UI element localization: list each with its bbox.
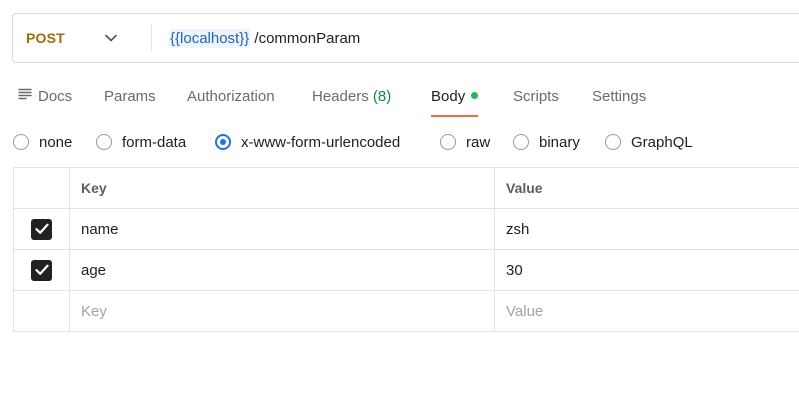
row-value-cell[interactable]: 30 [495,250,799,290]
body-type-selector: none form-data x-www-form-urlencoded raw… [0,128,799,156]
radio-option-urlencoded[interactable]: x-www-form-urlencoded [215,128,400,156]
radio-form-data-label: form-data [122,133,187,151]
radio-binary[interactable] [513,134,529,150]
url-variable: {{localhost}} [169,28,251,48]
headers-count: (8) [372,88,392,105]
row-checkbox[interactable] [31,218,52,240]
checkmark-icon [34,223,49,234]
tab-params[interactable]: Params [104,76,156,118]
row-check-cell [14,209,70,249]
method-dropdown[interactable]: POST [13,14,151,62]
request-tabs: Docs Params Authorization Headers (8) Bo… [0,76,799,118]
key-column-header: Key [70,168,495,208]
chevron-down-icon [104,31,118,45]
radio-option-graphql[interactable]: GraphQL [605,128,693,156]
radio-graphql[interactable] [605,134,621,150]
radio-raw[interactable] [440,134,456,150]
url-input[interactable]: {{localhost}} /commonParam [169,28,361,48]
tab-scripts-label: Scripts [513,88,559,105]
tab-settings-label: Settings [592,88,647,105]
table-header-row: Key Value [14,168,799,209]
table-row-empty: Key Value [14,291,799,332]
new-key-input[interactable]: Key [70,291,495,331]
tab-docs[interactable]: Docs [18,76,72,118]
table-row: name zsh [14,209,799,250]
tab-headers[interactable]: Headers (8) [312,76,391,118]
request-url-bar: POST {{localhost}} /commonParam [12,13,799,63]
radio-none-label: none [39,133,73,151]
row-value-cell[interactable]: zsh [495,209,799,249]
body-params-table: Key Value name zsh age 30 Key Value [13,167,799,332]
radio-graphql-label: GraphQL [631,133,693,151]
value-column-header: Value [506,180,543,196]
row-check-cell [14,250,70,290]
method-label: POST [26,30,65,46]
radio-none[interactable] [13,134,29,150]
row-key-cell[interactable]: age [70,250,495,290]
tab-authorization[interactable]: Authorization [187,76,275,118]
radio-urlencoded[interactable] [215,134,231,150]
checkmark-icon [34,264,49,275]
tab-settings[interactable]: Settings [592,76,646,118]
radio-binary-label: binary [539,133,580,151]
row-checkbox[interactable] [31,259,52,281]
url-path: /commonParam [254,29,361,47]
row-check-cell [14,291,70,331]
tab-scripts[interactable]: Scripts [513,76,559,118]
radio-urlencoded-label: x-www-form-urlencoded [241,133,401,151]
radio-option-raw[interactable]: raw [440,128,490,156]
url-divider [151,24,152,52]
radio-option-none[interactable]: none [13,128,72,156]
radio-option-binary[interactable]: binary [513,128,580,156]
table-row: age 30 [14,250,799,291]
tab-docs-label: Docs [38,88,73,105]
body-active-dot-icon [471,92,479,100]
tab-headers-label: Headers [312,88,369,105]
tab-body[interactable]: Body [431,76,479,118]
row-key-cell[interactable]: name [70,209,495,249]
tab-body-label: Body [431,88,466,105]
radio-form-data[interactable] [96,134,112,150]
new-value-input[interactable]: Value [495,291,799,331]
radio-option-form-data[interactable]: form-data [96,128,186,156]
docs-icon [18,75,32,117]
radio-raw-label: raw [466,133,491,151]
check-column-header [14,168,70,208]
tab-params-label: Params [104,88,156,105]
tab-authorization-label: Authorization [187,88,275,105]
